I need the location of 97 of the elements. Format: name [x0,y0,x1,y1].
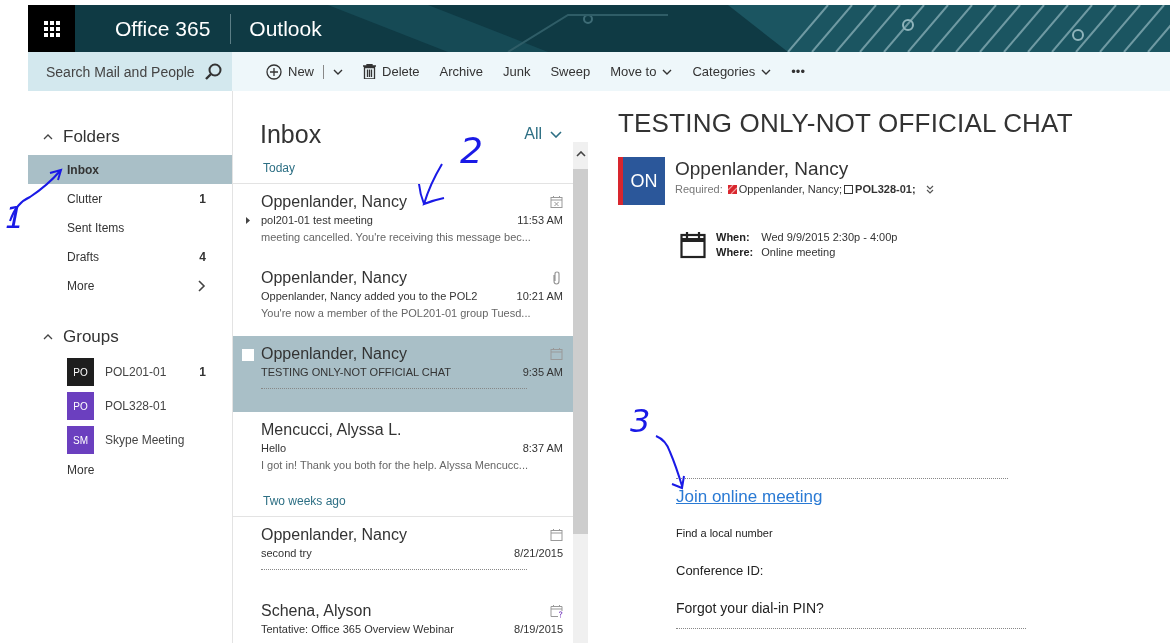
search-box[interactable]: Search Mail and People [28,52,232,91]
menu-button[interactable]: Categories [684,60,780,83]
empty-square-icon [844,184,854,194]
group-avatar: PO [67,358,94,386]
field-value: Wed 9/9/2015 2:30p - 4:00p [761,231,898,243]
section-header[interactable]: Folders [28,126,232,148]
folder-item[interactable]: More [28,271,232,300]
grid-icon [43,20,60,37]
chevron-down-icon [761,68,772,75]
group-item[interactable]: SM Skype Meeting [28,423,232,457]
message-preview: meeting cancelled. You're receiving this message bec... [261,231,532,243]
more-link[interactable]: More [28,457,232,477]
toolbar-button[interactable]: Archive [431,60,491,83]
message-item[interactable]: Oppenlander, Nancy TESTING ONLY-NOT OFFICIAL CHAT 9:35 AM [233,336,573,412]
message-item[interactable]: Oppenlander, Nancy pol201-01 test meeting 11:53 AM meeting cancelled. You're receiving this message bec... [233,184,573,260]
sender-name: Schena, Alyson [261,602,372,620]
annotation-number: 3 [630,405,651,437]
calendar-question-icon [550,604,563,618]
message-subject: Tentative: Office 365 Overview Webinar [261,623,454,635]
message-item[interactable]: Mencucci, Alyssa L. Hello 8:37 AM I got in! Thank you both for the help. Alyssa Mencucc... [233,412,573,488]
required-label: Required: [675,183,723,195]
scroll-up-icon [575,151,586,157]
message-subject: TESTING ONLY-NOT OFFICIAL CHAT [261,366,451,378]
message-preview: I got in! Thank you both for the help. Alyssa Mencucc... [261,459,529,471]
message-subject: second try [261,547,312,559]
group-avatar: PO [67,392,94,420]
unread-count: 1 [199,365,206,379]
toolbar-button[interactable]: ••• [783,60,813,83]
unread-count: 1 [199,191,206,206]
sender-name: Oppenlander, Nancy [261,345,407,363]
toolbar-button[interactable]: Junk [494,60,539,83]
delete-button[interactable]: Delete [355,60,428,83]
double-chevron-down-icon [925,184,934,194]
folder-item[interactable]: Inbox [28,155,232,184]
field-label: Where: [716,246,754,258]
checkbox[interactable] [242,349,254,361]
message-time: 9:35 AM [522,366,563,378]
sender-name: Oppenlander, Nancy [261,526,407,544]
section-header[interactable]: Groups [28,326,232,348]
folder-item[interactable]: Sent Items [28,213,232,242]
chevron-right-icon [198,279,206,292]
message-time: 11:53 AM [517,214,563,226]
trash-icon [363,64,376,79]
attendee-name[interactable]: POL328-01; [855,183,916,195]
suite-title[interactable]: Office 365 [95,13,232,44]
message-item[interactable]: Oppenlander, Nancy second try 8/21/2015 [233,517,573,593]
calendar-x-icon [550,195,563,209]
dial-in-pin-text: Forgot your dial-in PIN? [676,600,825,616]
search-icon [204,62,222,81]
app-title[interactable]: Outlook [231,16,322,41]
scrollbar-thumb[interactable] [573,169,588,534]
message-item[interactable]: Schena, Alyson Tentative: Office 365 Overview Webinar 8/19/2015 [233,593,573,643]
calendar-icon [550,347,563,361]
chevron-down-icon [550,130,562,138]
folder-item[interactable]: Clutter 1 [28,184,232,213]
sender-name: Oppenlander, Nancy [261,269,407,287]
group-item[interactable]: PO POL201-01 1 [28,355,232,389]
message-subject: Hello [261,442,287,454]
folder-item[interactable]: Drafts 4 [28,242,232,271]
sender-name: Mencucci, Alyssa L. [261,421,402,439]
message-item[interactable]: Oppenlander, Nancy Oppenlander, Nancy added you to the POL2 10:21 AM You're now a member of the POL201-01 group Tuesd... [233,260,573,336]
unread-count: 4 [199,249,206,264]
local-number-text: Find a local number [676,527,774,539]
group-avatar: SM [67,426,94,454]
hatched-square-icon [727,184,737,194]
field-label: When: [716,231,751,243]
message-time: 8/19/2015 [514,623,563,635]
paperclip-icon [550,271,563,285]
join-meeting-link[interactable]: Join online meeting [676,487,823,507]
message-preview: You're now a member of the POL201-01 group Tuesd... [261,307,532,319]
menu-button[interactable]: Move to [602,60,681,83]
conference-id-text: Conference ID: [676,563,765,578]
app-launcher-button[interactable] [28,5,75,52]
sender-avatar: ON [618,157,665,205]
search-field[interactable]: Search Mail and People [44,62,204,81]
message-subject: Oppenlander, Nancy added you to the POL2 [261,290,478,302]
attendee-name[interactable]: Oppenlander, Nancy; [738,183,843,195]
chevron-down-icon [662,68,673,75]
section-label: Two weeks ago [233,488,573,517]
scrollbar[interactable] [573,142,588,643]
message-time: 8/21/2015 [514,547,563,559]
message-time: 8:37 AM [522,442,563,454]
message-time: 10:21 AM [516,290,563,302]
calendar-icon [550,528,563,542]
message-title: TESTING ONLY-NOT OFFICIAL CHAT [618,108,1074,139]
plus-circle-icon [266,63,282,80]
chevron-down-icon [333,68,343,75]
field-value: Online meeting [761,246,837,258]
group-item[interactable]: PO POL328-01 [28,389,232,423]
message-subject: pol201-01 test meeting [261,214,373,226]
sender-name: Oppenlander, Nancy [261,193,407,211]
filter-dropdown[interactable]: All [524,125,562,143]
folder-title: Inbox [260,119,322,149]
sender-name[interactable]: Oppenlander, Nancy [675,158,934,180]
toolbar-button[interactable]: Sweep [542,60,599,83]
calendar-icon [680,231,706,259]
new-button[interactable]: New [258,59,351,84]
